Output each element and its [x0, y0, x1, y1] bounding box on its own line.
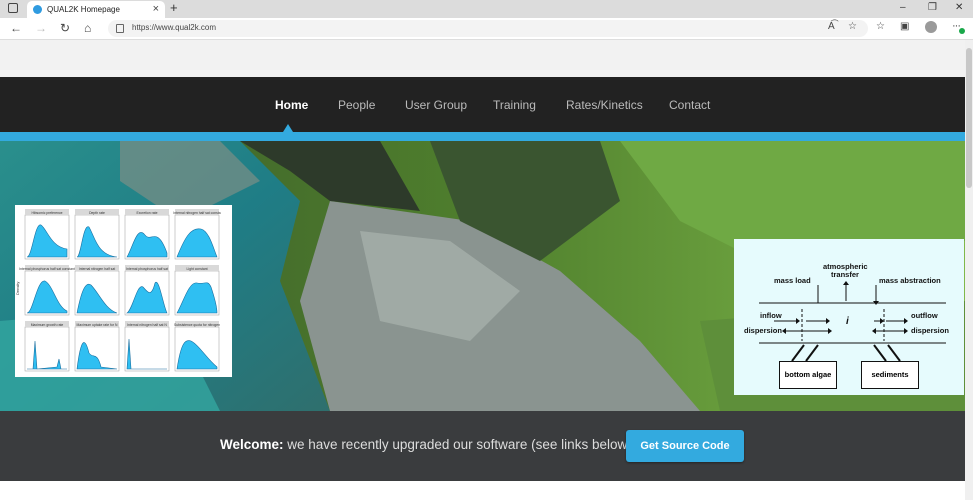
density-panel-title: Hibsomic preference	[31, 211, 62, 215]
density-panel-title: Excretion rate	[137, 211, 158, 215]
close-window-button[interactable]: ✕	[955, 2, 963, 13]
nav-contact[interactable]: Contact	[669, 98, 710, 112]
density-y-axis-label: Density	[15, 282, 20, 295]
density-panel-title: Maximum growth rate	[31, 323, 64, 327]
density-panel-title: Maximum uptake rate for N	[77, 323, 118, 327]
density-panel-frame	[24, 326, 70, 372]
site-navbar: Home People User Group Training Rates/Ki…	[0, 77, 965, 132]
density-panel-title: Depth rate	[89, 211, 105, 215]
site-favicon-icon	[33, 5, 42, 14]
transfer-label: transfer	[831, 270, 859, 279]
reload-icon[interactable]: ↻	[60, 21, 70, 35]
address-toolbar: ← → ↻ ⌂ https://www.qual2k.com A͡ ☆ ☆ ▣ …	[0, 18, 973, 40]
hero-banner: Hibsomic preference Depth rate Excretion r…	[0, 141, 965, 411]
page-bottom	[0, 481, 965, 500]
favorites-icon[interactable]: ☆	[876, 21, 885, 32]
url-field[interactable]: https://www.qual2k.com	[108, 20, 868, 37]
maximize-button[interactable]: ❐	[928, 2, 937, 13]
favorite-star-icon[interactable]: ☆	[848, 21, 857, 32]
scrollbar-thumb[interactable]	[966, 48, 972, 188]
mass-abstraction-label: mass abstraction	[879, 276, 941, 285]
nav-home[interactable]: Home	[275, 98, 308, 112]
forward-arrow-icon[interactable]: →	[35, 21, 47, 35]
bottom-algae-box: bottom algae	[779, 361, 837, 389]
collections-icon[interactable]: ▣	[900, 21, 909, 32]
reach-diagram-figure: atmospheric transfer mass load mass abst…	[734, 239, 964, 395]
density-panel-title: Internal phosphorus half sat constant	[19, 267, 75, 271]
lock-icon	[116, 24, 124, 33]
nav-training[interactable]: Training	[493, 98, 536, 112]
density-panel-title: Internal nitrogen half sat N	[127, 323, 167, 327]
minimize-button[interactable]: –	[900, 2, 906, 13]
mass-load-label: mass load	[774, 276, 811, 285]
new-tab-button[interactable]: +	[170, 0, 178, 15]
tab-close-icon[interactable]: ×	[153, 3, 159, 15]
home-icon[interactable]: ⌂	[84, 21, 91, 35]
segment-i-label: i	[846, 316, 849, 327]
top-strip	[0, 40, 965, 77]
window-menu-icon[interactable]	[8, 3, 18, 13]
accent-bar	[0, 132, 965, 141]
density-panel-title: Subsistence quota for nitrogen	[174, 323, 220, 327]
density-panel-title: Internal nitrogen half sat	[79, 267, 115, 271]
url-text: https://www.qual2k.com	[132, 23, 217, 32]
inflow-label: inflow	[760, 311, 782, 320]
density-plots-svg: Hibsomic preference Depth rate Excretion r…	[15, 209, 221, 372]
welcome-band: Welcome: we have recently upgraded our s…	[0, 411, 965, 481]
tab-title: QUAL2K Homepage	[47, 5, 120, 14]
web-page: Home People User Group Training Rates/Ki…	[0, 40, 965, 500]
nav-rates-kinetics[interactable]: Rates/Kinetics	[566, 98, 643, 112]
sediments-box: sediments	[861, 361, 919, 389]
read-aloud-icon[interactable]: A͡	[828, 21, 835, 32]
browser-tab-strip: QUAL2K Homepage × + – ❐ ✕	[0, 0, 973, 18]
get-source-code-button[interactable]: Get Source Code	[626, 430, 744, 462]
nav-people[interactable]: People	[338, 98, 375, 112]
back-arrow-icon[interactable]: ←	[10, 21, 22, 35]
density-panel-title: Internal nitrogen half sat consta	[173, 211, 220, 215]
dispersion-left-label: dispersion	[744, 326, 782, 335]
dispersion-right-label: dispersion	[911, 326, 949, 335]
density-panel-frame	[124, 326, 170, 372]
welcome-message: Welcome: we have recently upgraded our s…	[220, 437, 632, 452]
outflow-label: outflow	[911, 311, 938, 320]
notification-badge	[959, 28, 965, 34]
density-panel-title: Light constant	[186, 267, 207, 271]
page-scrollbar[interactable]	[965, 40, 973, 500]
density-plots-figure: Hibsomic preference Depth rate Excretion r…	[15, 205, 232, 377]
welcome-bold: Welcome:	[220, 437, 284, 452]
density-panel-title: Internal phosphorus half sat	[126, 267, 168, 271]
active-nav-indicator	[283, 124, 293, 132]
profile-avatar[interactable]	[925, 21, 937, 33]
welcome-text: we have recently upgraded our software (…	[283, 437, 632, 452]
nav-user-group[interactable]: User Group	[405, 98, 467, 112]
browser-tab[interactable]: QUAL2K Homepage ×	[27, 1, 165, 18]
